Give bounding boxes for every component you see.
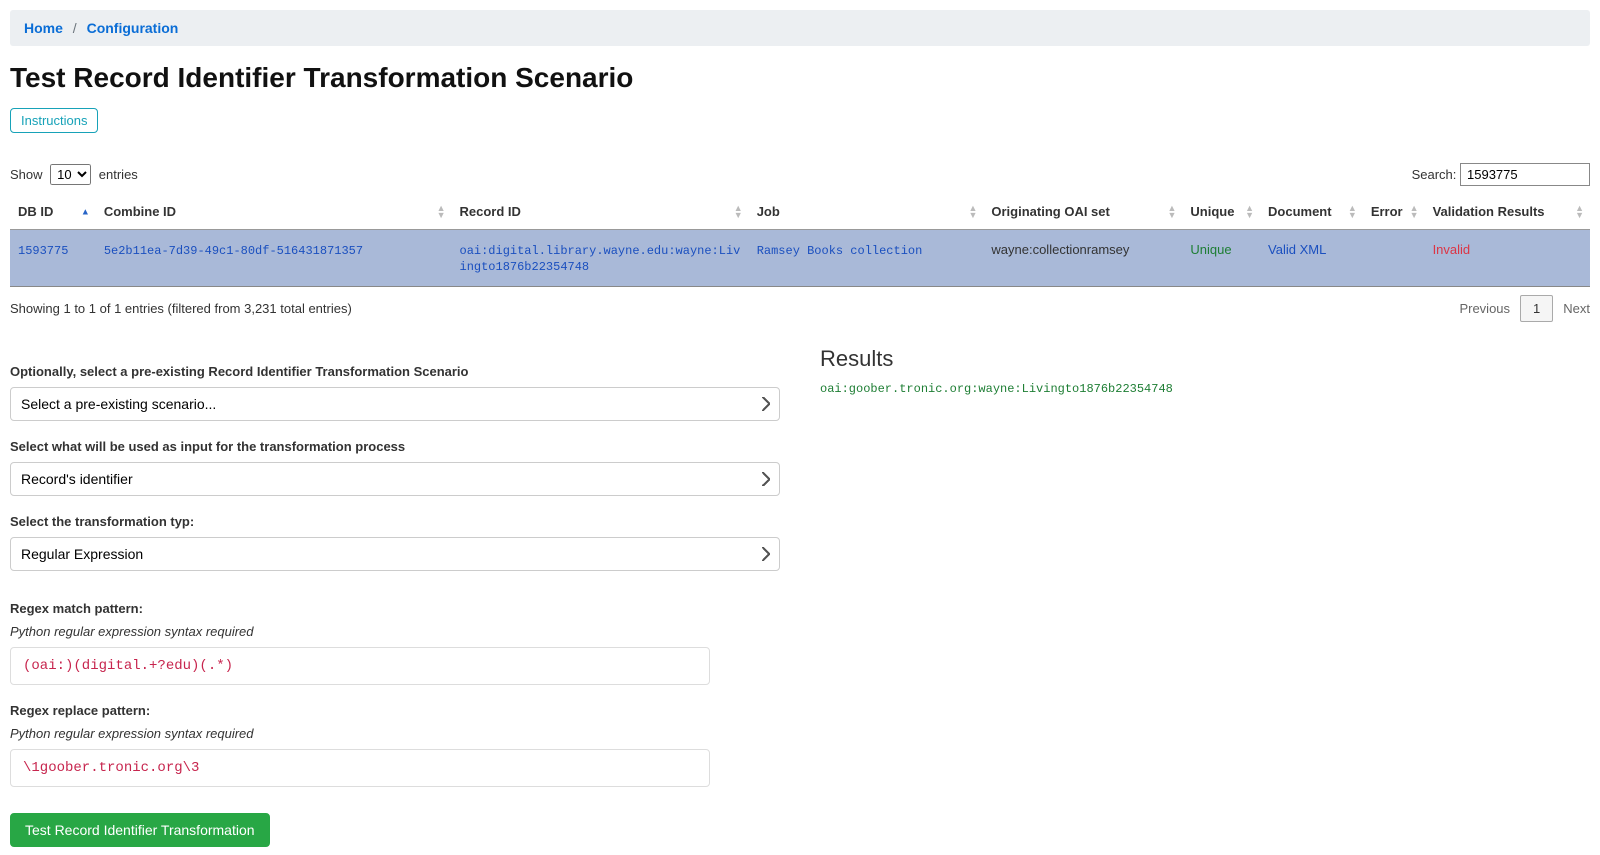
pager-next[interactable]: Next bbox=[1563, 301, 1590, 316]
col-document[interactable]: Document▲▼ bbox=[1260, 194, 1363, 230]
pager-previous[interactable]: Previous bbox=[1459, 301, 1510, 316]
search-box: Search: bbox=[1412, 163, 1590, 186]
col-combine-id[interactable]: Combine ID▲▼ bbox=[96, 194, 452, 230]
cell-document[interactable]: Valid XML bbox=[1268, 242, 1326, 257]
show-label-prefix: Show bbox=[10, 167, 43, 182]
entries-length: Show 10 entries bbox=[10, 164, 138, 185]
entries-select[interactable]: 10 bbox=[50, 164, 91, 185]
col-error[interactable]: Error▲▼ bbox=[1363, 194, 1425, 230]
datatable-info: Showing 1 to 1 of 1 entries (filtered fr… bbox=[10, 301, 352, 316]
cell-error bbox=[1363, 230, 1425, 287]
instructions-button[interactable]: Instructions bbox=[10, 108, 98, 133]
col-db-id[interactable]: DB ID▲ bbox=[10, 194, 96, 230]
input-source-select[interactable]: Record's identifier bbox=[10, 462, 780, 496]
table-row[interactable]: 1593775 5e2b11ea-7d39-49c1-80df-51643187… bbox=[10, 230, 1590, 287]
breadcrumb-separator: / bbox=[73, 20, 77, 36]
test-transformation-button[interactable]: Test Record Identifier Transformation bbox=[10, 813, 270, 847]
cell-combine-id[interactable]: 5e2b11ea-7d39-49c1-80df-516431871357 bbox=[104, 244, 363, 258]
transformation-type-select[interactable]: Regular Expression bbox=[10, 537, 780, 571]
regex-match-label: Regex match pattern: bbox=[10, 601, 780, 616]
regex-match-input[interactable] bbox=[10, 647, 710, 685]
breadcrumb-configuration[interactable]: Configuration bbox=[87, 20, 179, 36]
search-input[interactable] bbox=[1460, 163, 1590, 186]
breadcrumb-home[interactable]: Home bbox=[24, 20, 63, 36]
page-title: Test Record Identifier Transformation Sc… bbox=[10, 62, 1590, 94]
records-table: DB ID▲ Combine ID▲▼ Record ID▲▼ Job▲▼ Or… bbox=[10, 194, 1590, 287]
transformation-type-label: Select the transformation typ: bbox=[10, 514, 780, 529]
col-job[interactable]: Job▲▼ bbox=[749, 194, 984, 230]
input-source-label: Select what will be used as input for th… bbox=[10, 439, 780, 454]
regex-replace-input[interactable] bbox=[10, 749, 710, 787]
scenario-select[interactable]: Select a pre-existing scenario... bbox=[10, 387, 780, 421]
show-label-suffix: entries bbox=[99, 167, 138, 182]
cell-unique: Unique bbox=[1190, 242, 1231, 257]
cell-job[interactable]: Ramsey Books collection bbox=[757, 244, 923, 258]
scenario-label: Optionally, select a pre-existing Record… bbox=[10, 364, 780, 379]
results-heading: Results bbox=[820, 346, 1590, 372]
col-validation[interactable]: Validation Results▲▼ bbox=[1425, 194, 1590, 230]
col-oai-set[interactable]: Originating OAI set▲▼ bbox=[983, 194, 1182, 230]
regex-replace-note: Python regular expression syntax require… bbox=[10, 726, 780, 741]
col-unique[interactable]: Unique▲▼ bbox=[1182, 194, 1260, 230]
pagination: Previous 1 Next bbox=[1459, 295, 1590, 322]
breadcrumb: Home / Configuration bbox=[10, 10, 1590, 46]
cell-oai-set: wayne:collectionramsey bbox=[983, 230, 1182, 287]
col-record-id[interactable]: Record ID▲▼ bbox=[452, 194, 749, 230]
cell-db-id[interactable]: 1593775 bbox=[18, 244, 68, 258]
results-output: oai:goober.tronic.org:wayne:Livingto1876… bbox=[820, 382, 1590, 396]
search-label: Search: bbox=[1412, 167, 1457, 182]
cell-record-id[interactable]: oai:digital.library.wayne.edu:wayne:Livi… bbox=[460, 244, 741, 274]
regex-match-note: Python regular expression syntax require… bbox=[10, 624, 780, 639]
regex-replace-label: Regex replace pattern: bbox=[10, 703, 780, 718]
pager-page-1[interactable]: 1 bbox=[1520, 295, 1553, 322]
cell-validation: Invalid bbox=[1433, 242, 1471, 257]
